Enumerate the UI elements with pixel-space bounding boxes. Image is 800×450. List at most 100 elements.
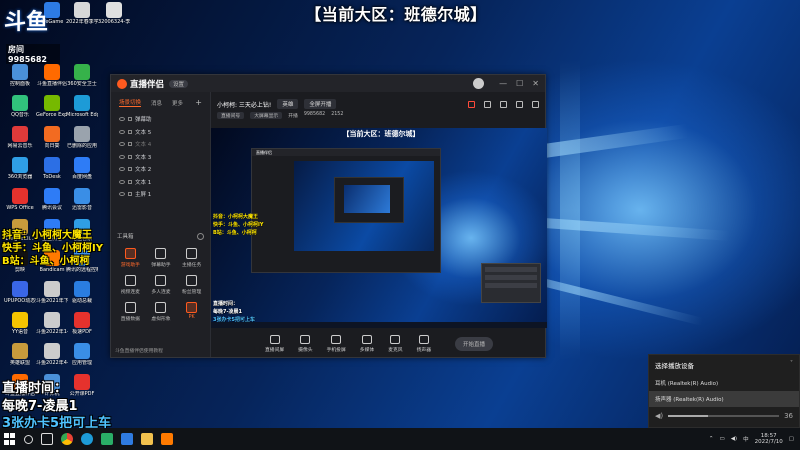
scene-item[interactable]: 文本 2 bbox=[115, 163, 206, 176]
toolbox-item[interactable]: 虚拟形象 bbox=[146, 302, 177, 322]
dock-button[interactable]: 多媒体 bbox=[360, 335, 374, 353]
file-explorer-icon[interactable] bbox=[141, 433, 153, 445]
volume-slider[interactable] bbox=[668, 415, 780, 417]
network-icon[interactable]: ▭ bbox=[719, 436, 724, 442]
tab-more[interactable]: 更多 bbox=[172, 99, 183, 107]
desktop-icon[interactable]: Microsoft Edge bbox=[66, 95, 98, 118]
desktop-icon[interactable]: YY语音 bbox=[4, 312, 36, 335]
search-icon[interactable] bbox=[24, 434, 33, 444]
device-option-headphones[interactable]: 耳机 (Realtek(R) Audio) bbox=[649, 375, 799, 391]
lock-icon[interactable] bbox=[484, 100, 491, 108]
desktop-icon[interactable]: 百度网盘 bbox=[66, 157, 98, 180]
mode-pill[interactable]: 全屏开播 bbox=[304, 99, 337, 109]
desktop-icon[interactable]: 斗鱼2021年下半年理由 bbox=[36, 281, 68, 304]
scene-item[interactable]: 文本 3 bbox=[115, 151, 206, 164]
toolbox-item[interactable]: 多人连麦 bbox=[146, 275, 177, 295]
scene-item[interactable]: 文本 5 bbox=[115, 126, 206, 139]
desktop-icon[interactable]: 斗鱼直播伴侣 bbox=[36, 64, 68, 87]
dock-button[interactable]: 麦克风 bbox=[388, 335, 403, 353]
eye-icon[interactable] bbox=[119, 179, 125, 184]
toolbox-item[interactable]: 直播数据 bbox=[115, 302, 146, 322]
windows-start-icon[interactable] bbox=[4, 433, 16, 445]
eye-icon[interactable] bbox=[119, 167, 125, 172]
task-view-icon[interactable] bbox=[41, 433, 53, 445]
toolbox-item[interactable]: 游戏助手 bbox=[115, 248, 146, 268]
minimize-button[interactable]: — bbox=[499, 79, 507, 88]
tutorial-link[interactable]: 斗鱼直播伴侣使用教程 bbox=[115, 347, 163, 354]
toolbox-item[interactable]: 粉丝管理 bbox=[176, 275, 207, 295]
eye-icon[interactable] bbox=[119, 129, 125, 134]
dock-button[interactable]: 手机投屏 bbox=[327, 335, 346, 353]
desktop-icon[interactable]: QQ音乐 bbox=[4, 95, 36, 118]
tab-messages[interactable]: 消息 bbox=[151, 99, 162, 107]
scene-item[interactable]: 文本 4 bbox=[115, 138, 206, 151]
share-icon[interactable] bbox=[532, 100, 539, 108]
edge-icon[interactable] bbox=[81, 433, 93, 445]
desktop-icon[interactable]: UPUPOO动态壁纸 bbox=[4, 281, 36, 304]
avatar[interactable] bbox=[473, 78, 485, 89]
start-live-button[interactable]: 开始直播 bbox=[455, 337, 494, 351]
eye-icon[interactable] bbox=[119, 192, 125, 197]
desktop-icon[interactable]: 极速PDF bbox=[66, 312, 98, 335]
toolbox-item[interactable]: 主播任务 bbox=[176, 248, 207, 268]
copy-icon[interactable] bbox=[500, 100, 507, 108]
close-button[interactable]: ✕ bbox=[532, 79, 539, 88]
stream-preview[interactable]: 【当前大区：班德尔城】 直播伴侣 抖音：小柯柯大魔王 快手：斗鱼、小柯柯IY B… bbox=[211, 128, 547, 328]
phone-link-icon[interactable] bbox=[121, 433, 133, 445]
dock-button[interactable]: 摄像头 bbox=[298, 335, 313, 353]
desktop-icon[interactable]: 应用管理 bbox=[66, 343, 98, 366]
scene-item[interactable]: 弹幕助 bbox=[115, 113, 206, 126]
desktop-icon[interactable]: 迅雷影音 bbox=[66, 188, 98, 211]
eye-icon[interactable] bbox=[119, 142, 125, 147]
desktop-icon[interactable]: 2022年春季学期期末线 bbox=[66, 2, 98, 25]
wechat-icon[interactable] bbox=[101, 433, 113, 445]
desktop-icon[interactable]: 网易云音乐 bbox=[4, 126, 36, 149]
eye-icon[interactable] bbox=[119, 117, 125, 122]
clock[interactable]: 18:57 2022/7/10 bbox=[755, 433, 783, 446]
desktop-icon[interactable]: WPS Office bbox=[4, 188, 36, 211]
desktop-icon[interactable]: 已删除的应用 bbox=[66, 126, 98, 149]
desktop-icon[interactable]: 斗鱼2022年4-6月量 bbox=[36, 343, 68, 366]
lock-icon[interactable] bbox=[128, 154, 132, 159]
category-pill[interactable]: 英雄 bbox=[277, 99, 299, 109]
desktop-icon[interactable]: 英雄联盟 bbox=[4, 343, 36, 366]
desktop-icon[interactable]: ToDesk bbox=[36, 157, 68, 180]
tray-arrow-icon[interactable]: ⌃ bbox=[709, 436, 714, 442]
dock-button[interactable]: 扬声器 bbox=[417, 335, 431, 353]
lock-icon[interactable] bbox=[128, 179, 132, 184]
ime-indicator[interactable]: 中 bbox=[743, 435, 749, 443]
volume-icon[interactable]: ◀) bbox=[731, 436, 737, 442]
lock-icon[interactable] bbox=[128, 117, 132, 122]
douyu-app-icon[interactable] bbox=[161, 433, 173, 445]
delete-icon[interactable] bbox=[516, 100, 523, 108]
scene-item[interactable]: 文本 1 bbox=[115, 176, 206, 189]
desktop-icon[interactable]: 斗鱼2022年1-3月量 bbox=[36, 312, 68, 335]
desktop-icon[interactable]: 32006324-李鸿川 bbox=[98, 2, 130, 25]
lock-icon[interactable] bbox=[128, 192, 132, 197]
toolbox-item[interactable]: 视频连麦 bbox=[115, 275, 146, 295]
desktop-icon[interactable]: 360浏览器 bbox=[4, 157, 36, 180]
chevron-down-icon[interactable]: ˅ bbox=[790, 360, 793, 370]
lock-icon[interactable] bbox=[128, 142, 132, 147]
desktop-icon[interactable]: 向日葵 bbox=[36, 126, 68, 149]
toolbox-item[interactable]: PK bbox=[176, 302, 207, 322]
lock-icon[interactable] bbox=[128, 167, 132, 172]
collapse-icon[interactable] bbox=[197, 232, 204, 240]
desktop-icon[interactable]: 控制面板 bbox=[4, 64, 36, 87]
settings-badge[interactable]: 设置 bbox=[169, 79, 189, 88]
desktop-icon[interactable]: 公开课PDF bbox=[66, 374, 98, 397]
maximize-button[interactable]: ☐ bbox=[516, 79, 523, 88]
gift-icon[interactable] bbox=[468, 100, 475, 108]
room-title[interactable]: 小柯柯: 三天必上钻! bbox=[217, 100, 271, 109]
desktop-icon[interactable]: 腾讯会议 bbox=[36, 188, 68, 211]
dock-button[interactable]: 直播间屏 bbox=[265, 335, 284, 353]
lock-icon[interactable] bbox=[128, 129, 132, 134]
device-option-speakers[interactable]: 扬声器 (Realtek(R) Audio) bbox=[649, 391, 799, 407]
add-scene-button[interactable]: + bbox=[195, 98, 202, 107]
desktop-icon[interactable]: GeForce Experience bbox=[36, 95, 68, 118]
scene-item[interactable]: 主屏 1 bbox=[115, 188, 206, 201]
notification-icon[interactable]: ▢ bbox=[789, 436, 794, 442]
desktop-icon[interactable]: 360安全卫士 bbox=[66, 64, 98, 87]
desktop-icon[interactable]: 驱动总裁 bbox=[66, 281, 98, 304]
eye-icon[interactable] bbox=[119, 154, 125, 159]
